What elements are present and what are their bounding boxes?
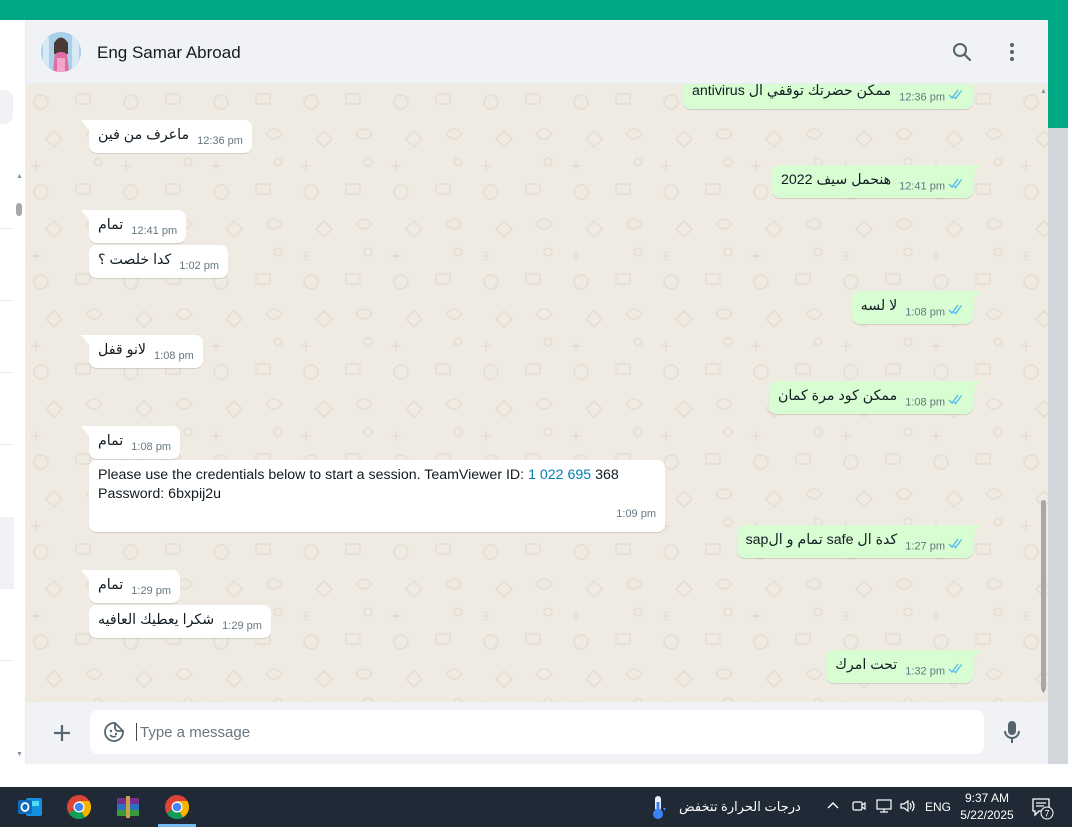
contact-name[interactable]: Eng Samar Abroad — [97, 43, 241, 63]
message-text: تمام — [98, 217, 124, 233]
weather-text[interactable]: درجات الحرارة تتخفض — [679, 799, 801, 815]
avatar[interactable] — [41, 32, 81, 72]
read-receipt-icon — [948, 303, 964, 322]
message-incoming[interactable]: تمام 1:29 pm — [80, 570, 181, 604]
message-time: 12:36 pm — [899, 88, 964, 107]
chat-list-scroll-down-icon[interactable]: ▼ — [16, 751, 23, 758]
message-time: 1:08 pm — [131, 441, 172, 454]
desktop-edge — [1068, 0, 1072, 787]
message-incoming[interactable]: تمام 12:41 pm — [80, 210, 187, 244]
message-composer — [26, 702, 1048, 764]
mic-icon[interactable] — [1000, 719, 1024, 745]
chat-messages-area[interactable]: ممكن حضرتك توقفي ال antivirus 12:36 pm ما… — [26, 84, 1048, 702]
desktop-background — [0, 764, 1068, 787]
chat-header: Eng Samar Abroad — [26, 20, 1048, 84]
notification-count: 7 — [1044, 809, 1049, 819]
message-text: تحت امرك — [835, 657, 898, 674]
message-text: لانو قفل — [98, 342, 147, 358]
message-time: 1:08 pm — [905, 393, 964, 412]
message-time: 1:29 pm — [222, 620, 262, 633]
teamviewer-id-link[interactable]: 1 022 695 — [528, 467, 591, 483]
message-input[interactable] — [136, 723, 976, 741]
camera-icon[interactable] — [851, 798, 867, 817]
chat-list-search-box[interactable] — [0, 90, 13, 124]
thermometer-icon[interactable] — [648, 794, 668, 820]
message-text: ممكن حضرتك توقفي ال antivirus — [691, 84, 892, 100]
chrome-icon[interactable] — [66, 794, 92, 820]
chevron-up-icon[interactable] — [826, 798, 840, 815]
message-time: 1:29 pm — [131, 585, 172, 598]
message-incoming[interactable]: تمام 1:08 pm — [80, 426, 181, 460]
window-top-accent-band — [0, 0, 1072, 20]
message-text: كدة ال safe تمام و الsap — [745, 532, 898, 549]
menu-icon[interactable] — [1000, 40, 1024, 64]
message-text: ماعرف من فين — [98, 127, 190, 143]
message-outgoing[interactable]: ممكن حضرتك توقفي ال antivirus 12:36 pm — [682, 84, 982, 110]
message-time: 12:41 pm — [899, 177, 964, 196]
message-incoming[interactable]: شكرا يعطيك العافيه 1:29 pm — [89, 605, 271, 639]
language-indicator[interactable]: ENG — [925, 800, 951, 814]
message-time: 1:09 pm — [616, 508, 656, 520]
network-icon[interactable] — [875, 798, 893, 817]
message-input-box[interactable] — [90, 710, 984, 754]
message-text: تمام — [98, 577, 124, 593]
message-text: كدا خلصت ؟ — [98, 252, 172, 268]
search-icon[interactable] — [950, 40, 974, 64]
read-receipt-icon — [948, 393, 964, 412]
message-time: 1:02 pm — [179, 260, 220, 273]
volume-icon[interactable] — [899, 798, 917, 817]
message-text-line2: Password: 6bxpij2u — [98, 486, 222, 502]
message-time: 1:32 pm — [905, 662, 964, 681]
chat-scrollbar-thumb[interactable] — [1041, 500, 1046, 690]
windows-taskbar: درجات الحرارة تتخفض ENG 9:37 AM 5/22/202… — [0, 787, 1072, 827]
window-right-accent-band — [1048, 20, 1068, 128]
chat-list-divider — [0, 372, 14, 373]
chat-scroll-up-icon[interactable]: ▲ — [1040, 88, 1047, 95]
message-time: 12:41 pm — [131, 225, 178, 238]
message-time: 1:27 pm — [905, 537, 964, 556]
message-outgoing[interactable]: لا لسه 1:08 pm — [851, 291, 982, 325]
message-outgoing[interactable]: ممكن كود مرة كمان 1:08 pm — [769, 381, 981, 415]
message-incoming[interactable]: لانو قفل 1:08 pm — [81, 335, 203, 369]
read-receipt-icon — [948, 88, 964, 107]
plus-icon[interactable] — [50, 721, 74, 745]
read-receipt-icon — [948, 662, 964, 681]
message-time: 12:36 pm — [197, 135, 243, 148]
winrar-icon[interactable] — [115, 794, 141, 820]
message-text: لا لسه — [860, 298, 898, 315]
clock-date[interactable]: 5/22/2025 — [956, 808, 1018, 822]
message-outgoing[interactable]: تحت امرك 1:32 pm — [826, 650, 981, 684]
chrome-icon-active[interactable] — [164, 794, 190, 820]
chat-list-divider — [0, 444, 14, 445]
message-time: 1:08 pm — [154, 350, 194, 363]
chat-list-scrollbar-thumb[interactable] — [16, 203, 22, 216]
outlook-icon[interactable] — [17, 794, 43, 820]
notification-icon[interactable]: 7 — [1030, 796, 1054, 820]
message-time: 1:08 pm — [905, 303, 964, 322]
chat-list-divider — [0, 660, 14, 661]
clock-time[interactable]: 9:37 AM — [962, 791, 1012, 805]
chat-scroll-down-icon[interactable]: ▼ — [1040, 688, 1047, 695]
message-outgoing[interactable]: هنحمل سيف 2022 12:41 pm — [771, 165, 982, 199]
chat-list-scroll-up-icon[interactable]: ▲ — [16, 173, 23, 180]
chat-list-panel: ▲ ▼ — [0, 20, 26, 764]
chat-list-divider — [0, 300, 14, 301]
sticker-icon[interactable] — [102, 720, 126, 744]
window-right-background — [1048, 128, 1068, 787]
chat-scrollbar[interactable]: ▲ ▼ — [1039, 84, 1048, 702]
message-outgoing[interactable]: كدة ال safe تمام و الsap 1:27 pm — [736, 525, 982, 559]
message-incoming[interactable]: Please use the credentials below to star… — [89, 460, 665, 532]
read-receipt-icon — [948, 537, 964, 556]
read-receipt-icon — [948, 177, 964, 196]
message-text: ممكن كود مرة كمان — [778, 388, 898, 405]
message-incoming[interactable]: ماعرف من فين 12:36 pm — [81, 120, 252, 154]
message-text: شكرا يعطيك العافيه — [98, 612, 215, 628]
message-text: تمام — [98, 433, 124, 449]
message-incoming[interactable]: كدا خلصت ؟ 1:02 pm — [89, 245, 229, 279]
message-text: هنحمل سيف 2022 — [780, 172, 892, 189]
chat-list-divider — [0, 228, 14, 229]
message-text: Please use the credentials below to star… — [98, 467, 619, 483]
chat-list-item-selected[interactable] — [0, 517, 14, 589]
